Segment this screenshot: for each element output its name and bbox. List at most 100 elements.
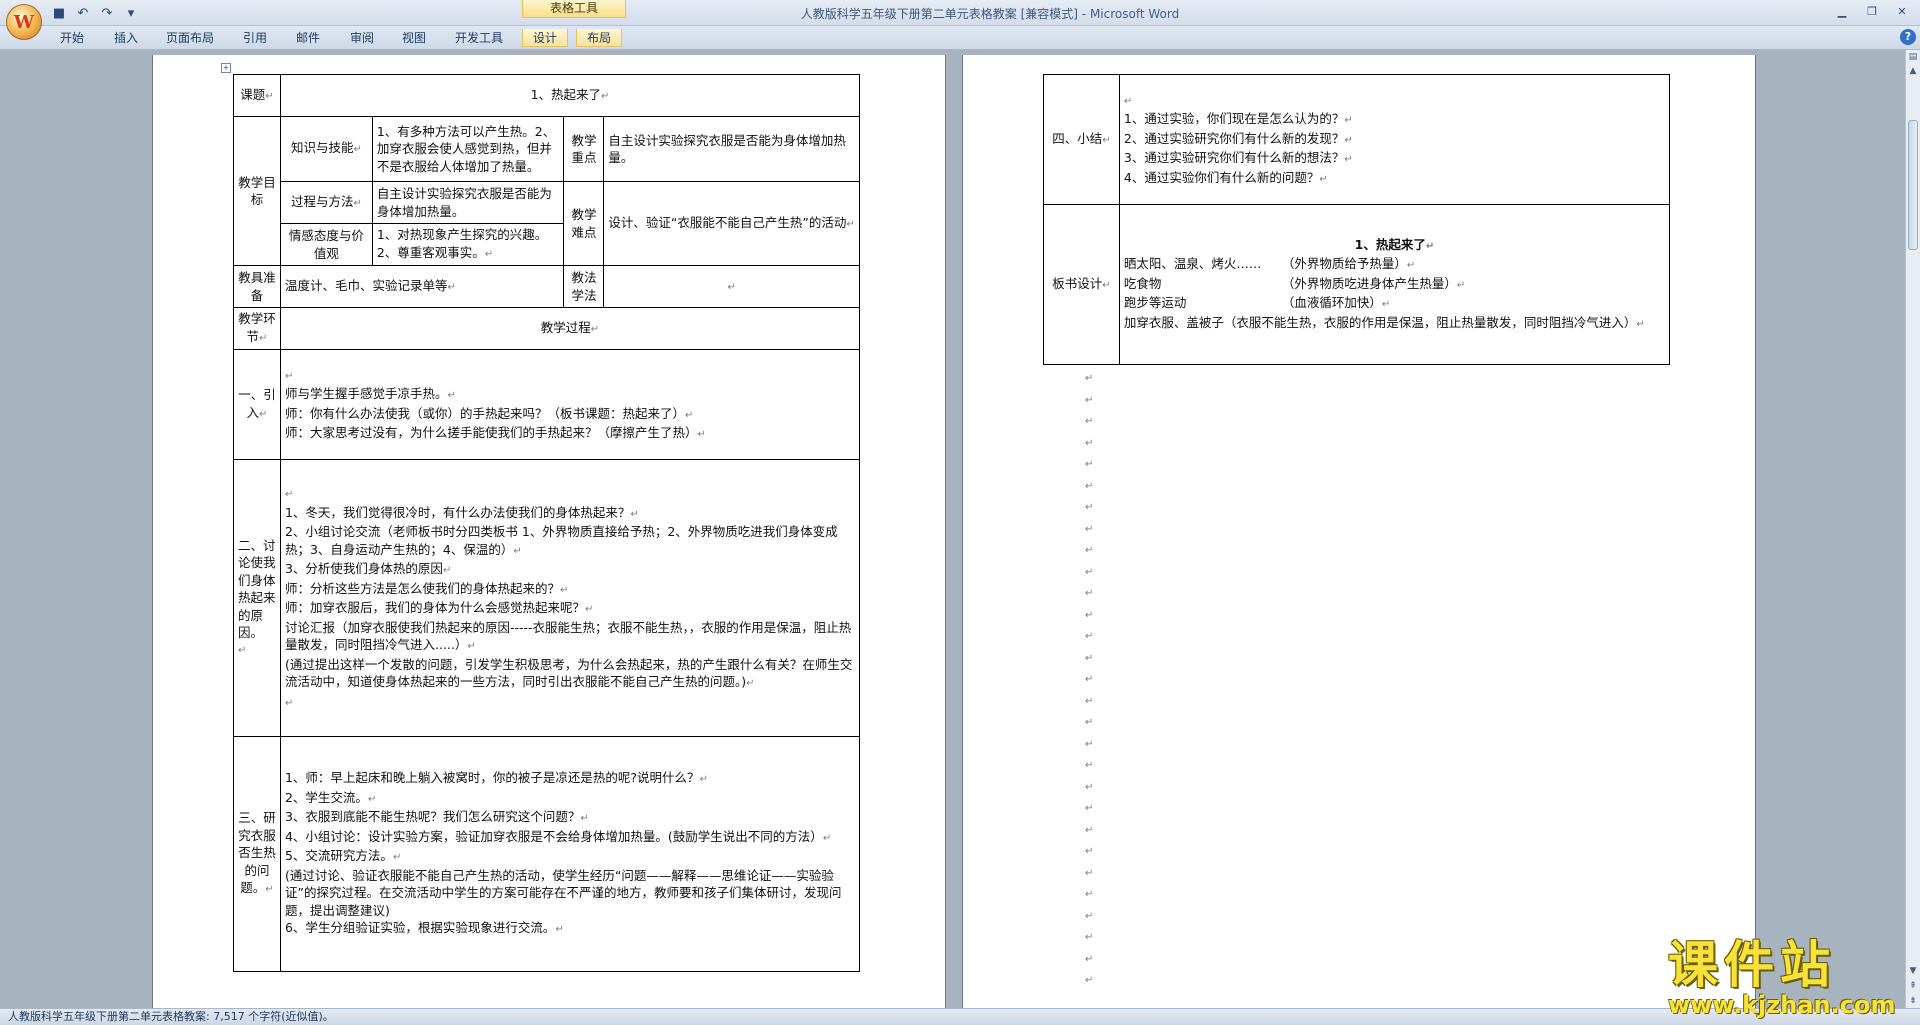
empty-paragraph: ↵ [1085, 975, 1094, 986]
board-row-left: 跑步等运动 [1123, 295, 1187, 311]
maximize-icon[interactable]: ❐ [1858, 2, 1886, 20]
stage-line-text: 师：你有什么办法使我（或你）的手热起来吗？（板书课题：热起来了） [284, 405, 685, 421]
emotion-text-cell[interactable]: 1、对热现象产生探究的兴趣。 2、尊重客观事实。↵ [371, 223, 565, 266]
stage-name: 一、引入 [238, 387, 276, 420]
tab-page-layout[interactable]: 页面布局 [166, 29, 214, 47]
para-mark: ↵ [467, 641, 476, 652]
stage-line: 师：分析这些方法是怎么使我们的身体热起来的？↵ [285, 580, 855, 600]
tools-label: 教具准备 [238, 270, 276, 303]
stage-line: (通过讨论、验证衣服能不能自己产生热的活动，使学生经历“问题——解释——思维论证… [285, 867, 855, 920]
stage-line: 6、学生分组验证实验，根据实验现象进行交流。↵ [285, 919, 855, 939]
board-row-left: 吃食物 [1123, 275, 1162, 291]
para-mark: ↵ [555, 924, 564, 936]
tools-text: 温度计、毛巾、实验记录单等 [284, 277, 448, 293]
ruler-toggle-icon[interactable]: ▤ [1906, 50, 1920, 64]
board-row: 加穿衣服、盖被子（衣服不能生热，衣服的作用是保温，阻止热量散发，同时阻挡冷气进入… [1124, 314, 1665, 334]
empty-paragraph: ↵ [1085, 631, 1094, 642]
tab-developer[interactable]: 开发工具 [455, 29, 503, 47]
para-mark: ↵ [1406, 260, 1416, 272]
tab-view[interactable]: 视图 [402, 29, 426, 47]
summary-content-cell[interactable]: ↵ 1、通过实验，你们现在是怎么认为的？↵ 2、通过实验研究你们有什么新的发现？… [1118, 74, 1671, 205]
process-text-cell[interactable]: 自主设计实验探究衣服是否能为身体增加热量。 [371, 181, 565, 224]
vertical-scrollbar[interactable]: ▤ ▲ ▼ ⇞ ⇟ [1905, 50, 1920, 1008]
empty-paragraph: ↵ [1085, 480, 1094, 492]
document-name: 人教版科学五年级下册第二单元表格教案 [兼容模式] [800, 7, 1078, 21]
board-content-cell[interactable]: 1、热起来了↵ 晒太阳、温泉、烤火…… （外界物质给予热量）↵ 吃食物 （外界物质吃… [1118, 204, 1671, 365]
empty-paragraph: ↵ [1085, 437, 1094, 449]
tab-layout[interactable]: 布局 [576, 29, 623, 47]
difficulty-text-cell[interactable]: 设计、验证“衣服能不能自己产生热”的活动↵ [603, 181, 860, 266]
stage-line-text: 4、小组讨论：设计实验方案，验证加穿衣服是不会给身体增加热量。(鼓励学生说出不同… [284, 828, 823, 844]
scroll-thumb[interactable] [1908, 120, 1918, 250]
stage-line-text: 师：分析这些方法是怎么使我们的身体热起来的？ [284, 580, 560, 596]
ribbon-tabs: 开始 插入 页面布局 引用 邮件 审阅 视图 开发工具 设计 布局 ? [0, 26, 1920, 50]
tab-review[interactable]: 审阅 [350, 29, 374, 47]
para-mark: ↵ [684, 409, 694, 421]
empty-paragraph: ↵ [1085, 523, 1094, 535]
stage-line-text: 1、师：早上起床和晚上躺入被窝时，你的被子是凉还是热的呢?说明什么？ [284, 770, 700, 786]
para-mark: ↵ [1425, 240, 1435, 252]
para-mark: ↵ [727, 281, 736, 293]
board-label: 板书设计 [1052, 275, 1103, 291]
office-button[interactable]: W [6, 4, 42, 40]
board-title-text: 1、热起来了 [1354, 236, 1426, 252]
key-text-cell[interactable]: 自主设计实验探究衣服是否能为身体增加热量。 [603, 116, 860, 182]
contextual-tab-group-label: 表格工具 [522, 0, 626, 18]
para-mark: ↵ [259, 332, 268, 344]
difficulty-label: 教学难点 [571, 207, 597, 240]
tab-references[interactable]: 引用 [243, 29, 267, 47]
course-title-cell[interactable]: 1、热起来了↵ [279, 74, 861, 117]
window-title: 人教版科学五年级下册第二单元表格教案 [兼容模式] - Microsoft Wo… [640, 5, 1340, 22]
help-icon[interactable]: ? [1900, 29, 1916, 45]
stage-line-text: 3、分析使我们身体热的原因 [284, 561, 443, 576]
para-mark: ↵ [584, 604, 594, 615]
tab-insert[interactable]: 插入 [114, 29, 138, 47]
summary-table: 四、小结 ↵ ↵ 1、通过实验，你们现在是怎么认为的？↵ 2、通过实验研究你们有什… [1043, 74, 1671, 365]
para-mark: ↵ [697, 429, 706, 440]
tools-text-cell[interactable]: 温度计、毛巾、实验记录单等↵ [279, 265, 565, 308]
para-mark: ↵ [265, 884, 274, 896]
method-label-cell: 教法学法 [563, 265, 605, 308]
quick-access-toolbar: ■ ↶ ↷ ▾ [50, 4, 140, 22]
dropdown-icon[interactable]: ▾ [122, 4, 140, 22]
board-title: 1、热起来了↵ [1124, 236, 1665, 256]
redo-icon[interactable]: ↷ [98, 4, 116, 22]
knowledge-text: 1、有多种方法可以产生热。2、加穿衣服会使人感觉到热，但并不是衣服给人体增加了热… [376, 123, 556, 174]
knowledge-text-cell[interactable]: 1、有多种方法可以产生热。2、加穿衣服会使人感觉到热，但并不是衣服给人体增加了热… [371, 116, 565, 182]
minimize-icon[interactable]: ▁ [1828, 2, 1856, 20]
empty-paragraph: ↵ [1085, 867, 1094, 879]
title-separator: - [1077, 7, 1090, 21]
undo-icon[interactable]: ↶ [74, 4, 92, 22]
para-mark: ↵ [353, 197, 362, 209]
stage-line-text: 6、学生分组验证实验，根据实验现象进行交流。 [284, 920, 556, 936]
stage-line-text: 1、冬天，我们觉得很冷时，有什么办法使我们的身体热起来？ [284, 504, 631, 520]
method-text-cell[interactable]: ↵ [603, 265, 860, 308]
para-mark: ↵ [746, 678, 755, 689]
stage-line-text: 师与学生握手感觉手凉手热。 [284, 386, 448, 401]
close-icon[interactable]: ✕ [1888, 2, 1916, 20]
app-name: Microsoft Word [1089, 7, 1180, 21]
summary-label: 四、小结 [1052, 130, 1103, 146]
stage-line: 3、分析使我们身体热的原因↵ [285, 560, 855, 580]
board-row-left: 晒太阳、温泉、烤火…… [1123, 256, 1262, 272]
summary-line: 3、通过实验研究你们有什么新的想法？↵ [1124, 149, 1665, 169]
stage-line-text: 3、衣服到底能不能生热呢？我们怎么研究这个问题？ [284, 809, 581, 825]
stage-content-cell[interactable]: ↵ 1、冬天，我们觉得很冷时，有什么办法使我们的身体热起来？↵ 2、小组讨论交流… [279, 459, 861, 737]
tab-home[interactable]: 开始 [60, 29, 84, 47]
tab-design[interactable]: 设计 [522, 29, 569, 47]
key-label-cell: 教学重点 [563, 116, 605, 182]
stage-name: 三、研究衣服否生热的问题。 [238, 810, 276, 896]
scroll-up-icon[interactable]: ▲ [1906, 64, 1920, 78]
stage-content-cell[interactable]: 1、师：早上起床和晚上躺入被窝时，你的被子是凉还是热的呢?说明什么？ ↵ 2、学生… [279, 736, 861, 972]
stage-line: 2、学生交流。↵ [285, 789, 855, 809]
stage-line: (通过提出这样一个发散的问题，引发学生积极思考，为什么会热起来，热的产生跟什么有… [285, 656, 855, 693]
stage-content-cell[interactable]: ↵ 师与学生握手感觉手凉手热。 ↵ 师：你有什么办法使我（或你）的手热起来吗？（板… [279, 349, 861, 460]
watermark-title: 课件站 [1668, 936, 1836, 994]
window-controls: ▁ ❐ ✕ [1828, 2, 1916, 20]
save-icon[interactable]: ■ [50, 4, 68, 22]
para-mark: ↵ [1123, 95, 1133, 107]
table-move-handle[interactable]: + [221, 63, 231, 73]
stage-line-text: 5、交流研究方法。 [284, 848, 393, 864]
tab-mailings[interactable]: 邮件 [296, 29, 320, 47]
para-mark: ↵ [846, 218, 855, 230]
